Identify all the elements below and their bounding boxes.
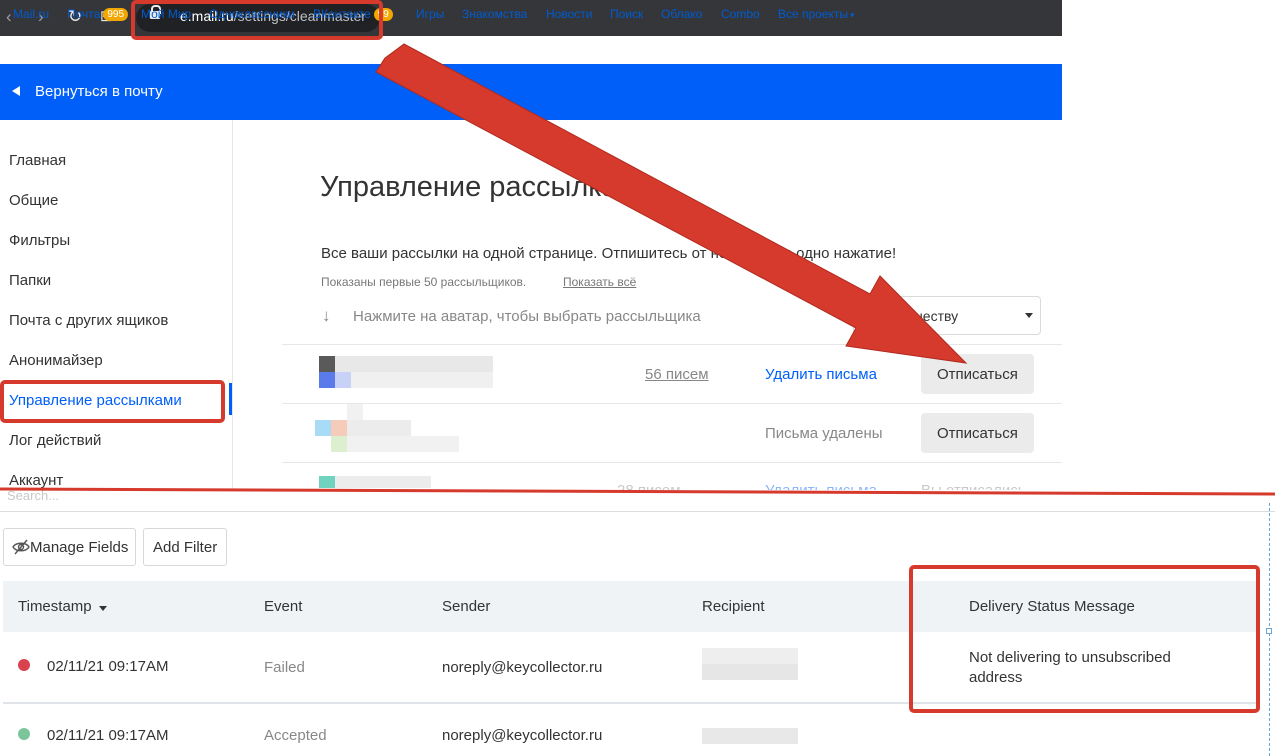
portal-link-combo[interactable]: Combo bbox=[721, 7, 760, 21]
delete-letters-link[interactable]: Удалить письма bbox=[765, 366, 877, 383]
letters-count-link[interactable]: 28 писем bbox=[617, 482, 681, 490]
accepted-status-dot bbox=[18, 728, 30, 740]
annotation-box-status bbox=[909, 565, 1260, 713]
row-sender: noreply@keycollector.ru bbox=[442, 659, 603, 676]
row-timestamp: 02/11/21 09:17AM bbox=[47, 658, 169, 675]
row-event: Accepted bbox=[264, 727, 327, 744]
chevron-down-icon bbox=[1025, 313, 1033, 318]
sort-select-value: По количеству bbox=[864, 308, 959, 324]
blurred-recipient bbox=[702, 728, 798, 744]
unsubscribe-button-label: Отписаться bbox=[937, 366, 1018, 383]
blurred-sender-name bbox=[335, 356, 493, 372]
sender-avatar-pixel bbox=[319, 372, 335, 388]
sender-avatar[interactable] bbox=[319, 356, 335, 372]
active-indicator bbox=[229, 383, 232, 415]
back-nav-icon[interactable]: ‹ bbox=[6, 8, 12, 26]
blurred-recipient bbox=[702, 664, 798, 680]
portal-nav bbox=[0, 36, 1062, 64]
blurred-sender-name bbox=[335, 476, 431, 488]
sidebar-item-filters[interactable]: Фильтры bbox=[9, 232, 70, 249]
annotation-box-url bbox=[131, 0, 383, 40]
letters-deleted-status: Письма удалены bbox=[765, 425, 883, 442]
blurred-recipient bbox=[702, 648, 798, 664]
manage-fields-label: Manage Fields bbox=[30, 539, 129, 556]
portal-link-igry[interactable]: Игры bbox=[416, 7, 444, 21]
back-arrow-icon[interactable] bbox=[12, 86, 20, 96]
sidebar-item-home[interactable]: Главная bbox=[9, 152, 66, 169]
portal-link-oblako[interactable]: Облако bbox=[661, 7, 702, 21]
failed-status-dot bbox=[18, 659, 30, 671]
letters-count-link[interactable]: 56 писем bbox=[645, 366, 709, 383]
back-to-mail-link[interactable]: Вернуться в почту bbox=[35, 83, 163, 100]
annotation-box-sidebar bbox=[0, 380, 225, 423]
row-divider bbox=[282, 403, 1062, 404]
blurred-sender-name bbox=[347, 420, 411, 436]
chevron-down-icon: ▾ bbox=[850, 10, 855, 20]
blurred-sender-email bbox=[351, 372, 493, 388]
column-header-event[interactable]: Event bbox=[264, 598, 302, 615]
sidebar-item-action-log[interactable]: Лог действий bbox=[9, 432, 101, 449]
unsubscribe-button-label: Отписаться bbox=[937, 425, 1018, 442]
sidebar-item-account[interactable]: Аккаунт bbox=[9, 472, 63, 489]
row-sender: noreply@keycollector.ru bbox=[442, 727, 603, 744]
blurred-sender-pixel bbox=[335, 372, 351, 388]
row-event: Failed bbox=[264, 659, 305, 676]
column-header-timestamp[interactable]: Timestamp bbox=[18, 598, 92, 615]
panel-separator bbox=[0, 511, 1275, 512]
portal-link-all-projects[interactable]: Все проекты ▾ bbox=[778, 7, 855, 21]
sort-desc-icon[interactable] bbox=[99, 606, 107, 611]
page-subtitle: Все ваши рассылки на одной странице. Отп… bbox=[321, 245, 897, 262]
sidebar-item-anonymizer[interactable]: Анонимайзер bbox=[9, 352, 103, 369]
sidebar-divider bbox=[232, 120, 233, 490]
add-filter-label: Add Filter bbox=[153, 539, 218, 556]
row-timestamp: 02/11/21 09:17AM bbox=[47, 727, 169, 744]
row-divider bbox=[282, 462, 1062, 463]
column-header-recipient[interactable]: Recipient bbox=[702, 598, 765, 615]
blurred-sender-email bbox=[347, 436, 459, 452]
search-input[interactable]: Search... bbox=[7, 488, 59, 503]
unsubscribed-status: Вы отписались bbox=[921, 482, 1026, 490]
shown-count-note: Показаны первые 50 рассыльщиков. bbox=[321, 275, 527, 289]
delete-letters-link[interactable]: Удалить письма bbox=[765, 482, 877, 490]
pochta-count-badge: 995 bbox=[103, 8, 129, 21]
sidebar-item-folders[interactable]: Папки bbox=[9, 272, 51, 289]
portal-link-poisk[interactable]: Поиск bbox=[610, 7, 643, 21]
sidebar-item-general[interactable]: Общие bbox=[9, 192, 58, 209]
clipped-row-text: 28 писем Удалить письма Вы отписались bbox=[600, 478, 1060, 490]
sender-avatar[interactable] bbox=[315, 420, 331, 436]
row-divider bbox=[282, 344, 1062, 345]
portal-link-znakomstva[interactable]: Знакомства bbox=[462, 7, 527, 21]
column-header-sender[interactable]: Sender bbox=[442, 598, 490, 615]
show-all-link[interactable]: Показать всё bbox=[563, 275, 636, 289]
blurred-pixel bbox=[347, 404, 363, 420]
sender-avatar-pixel bbox=[331, 436, 347, 452]
portal-link-pochta[interactable]: Почта 995 bbox=[67, 7, 129, 21]
screenshot-composite: ‹ › ↻ ⊞ e.mail.ru/settings/cleanmaster M… bbox=[0, 0, 1275, 756]
portal-link-mailru[interactable]: Mail.ru bbox=[13, 7, 49, 21]
sidebar-item-other-mailboxes[interactable]: Почта с других ящиков bbox=[9, 312, 168, 329]
resize-handle[interactable] bbox=[1266, 628, 1272, 634]
portal-link-novosti[interactable]: Новости bbox=[546, 7, 592, 21]
avatar-hint: Нажмите на аватар, чтобы выбрать рассыль… bbox=[353, 308, 701, 325]
page-title: Управление рассылками bbox=[320, 171, 654, 203]
eye-hidden-icon bbox=[12, 539, 30, 555]
sender-avatar-pixel bbox=[331, 420, 347, 436]
arrow-down-icon: ↓ bbox=[322, 306, 331, 325]
sender-avatar[interactable] bbox=[319, 476, 335, 488]
